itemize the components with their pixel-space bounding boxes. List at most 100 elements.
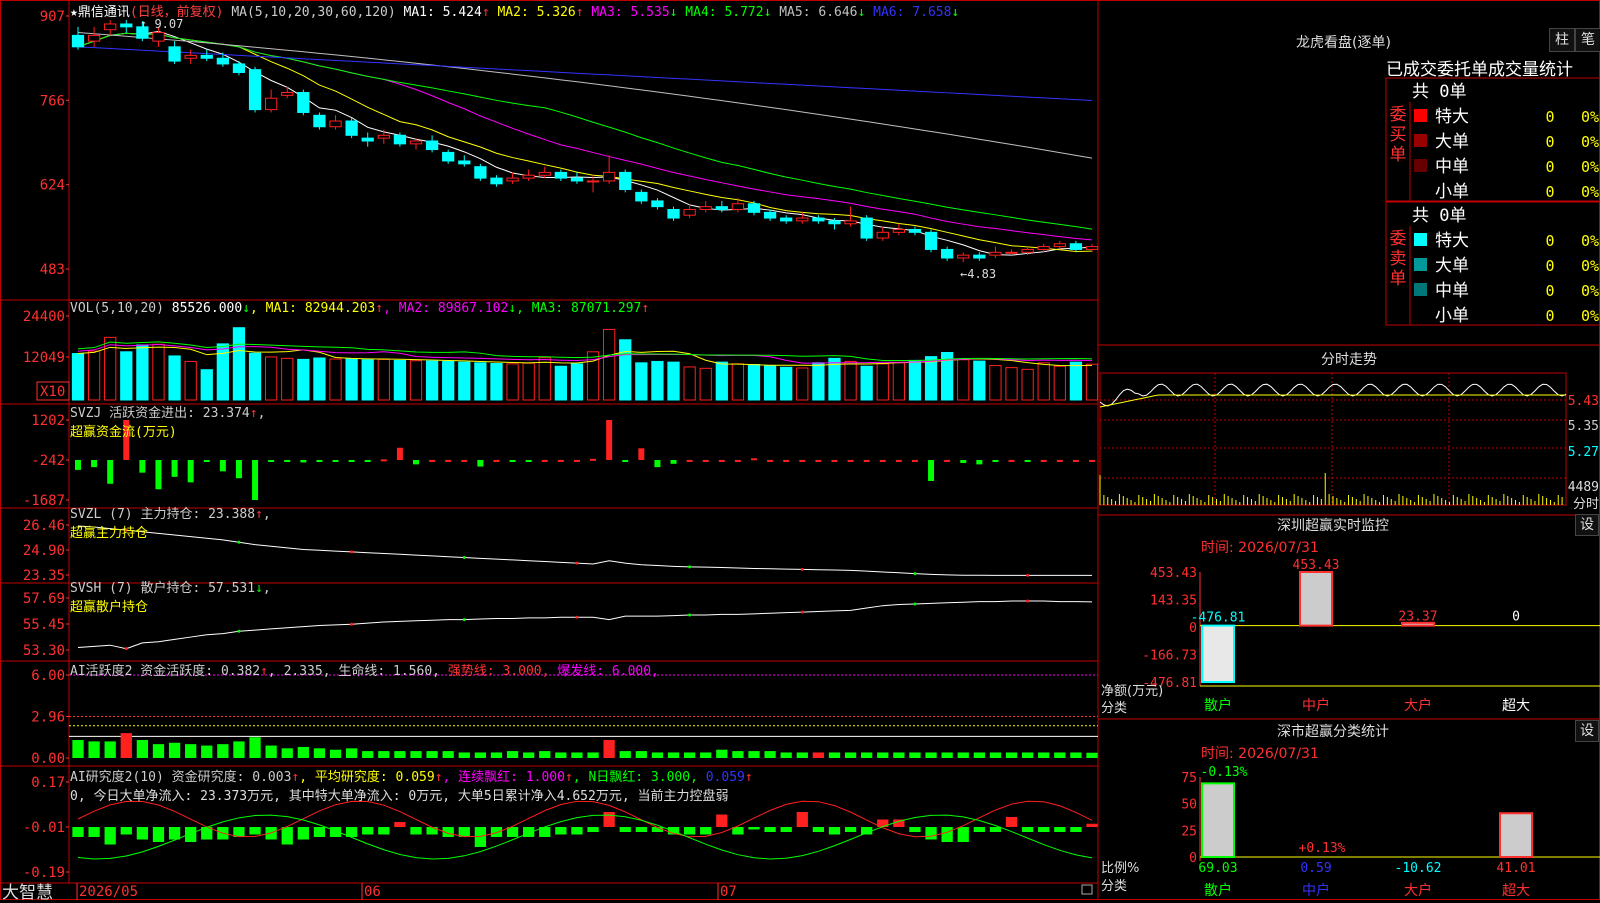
research-bar[interactable] [362, 827, 374, 835]
flow-bar[interactable] [155, 459, 162, 490]
volume-bar[interactable] [490, 363, 503, 401]
research-bar[interactable] [88, 827, 100, 837]
activity-bar[interactable] [957, 752, 969, 758]
flow-bar[interactable] [445, 459, 452, 462]
research-bar[interactable] [185, 827, 197, 842]
flow-bar[interactable] [509, 459, 516, 462]
flow-bar[interactable] [348, 459, 355, 462]
activity-bar[interactable] [651, 752, 664, 758]
volume-bar[interactable] [1053, 365, 1066, 401]
flow-bar[interactable] [171, 459, 178, 477]
candle[interactable] [957, 254, 970, 259]
tick-mode-button[interactable]: 笔 [1575, 28, 1600, 52]
candle[interactable] [425, 140, 439, 151]
flow-bar[interactable] [525, 459, 532, 462]
research-bar[interactable] [989, 827, 1002, 832]
research-bar[interactable] [748, 827, 760, 830]
flow-bar[interactable] [235, 459, 242, 479]
volume-bar[interactable] [71, 353, 85, 401]
research-bar[interactable] [957, 827, 969, 842]
research-bar[interactable] [152, 827, 165, 842]
candle[interactable] [361, 137, 374, 142]
monitor-bar[interactable] [1201, 624, 1235, 684]
activity-bar[interactable] [1070, 752, 1082, 758]
activity-bar[interactable] [362, 751, 374, 758]
activity-bar[interactable] [458, 752, 470, 758]
candle[interactable] [554, 171, 567, 179]
activity-bar[interactable] [700, 752, 712, 758]
candle[interactable] [345, 120, 358, 136]
flow-bar[interactable] [477, 459, 484, 467]
candle[interactable] [281, 91, 294, 96]
candle[interactable] [876, 231, 889, 239]
candle[interactable] [458, 160, 471, 165]
activity-bar[interactable] [410, 751, 422, 758]
activity-bar[interactable] [539, 751, 551, 758]
bar-mode-button[interactable]: 柱 [1549, 28, 1575, 52]
volume-bar[interactable] [763, 365, 777, 401]
candle[interactable] [635, 191, 648, 202]
activity-bar[interactable] [168, 742, 181, 758]
activity-bar[interactable] [732, 751, 744, 758]
volume-bar[interactable] [409, 360, 423, 401]
flow-bar[interactable] [895, 459, 902, 462]
candle[interactable] [71, 34, 85, 48]
flow-bar[interactable] [396, 447, 403, 460]
research-bar[interactable] [603, 812, 615, 827]
flow-bar[interactable] [606, 420, 613, 460]
candle[interactable] [265, 97, 278, 111]
main-chart-canvas[interactable]: 907 766 624 483 24400 12049 X10 1202 -242 -1687 26… [0, 0, 1600, 900]
activity-bar[interactable] [426, 751, 438, 758]
flow-bar[interactable] [557, 459, 564, 462]
candle[interactable] [87, 34, 101, 42]
candle[interactable] [329, 120, 342, 128]
research-bar[interactable] [410, 827, 422, 835]
candle[interactable] [715, 206, 728, 210]
research-bar[interactable] [812, 827, 825, 832]
research-bar[interactable] [1086, 823, 1098, 827]
volume-bar[interactable] [924, 356, 938, 401]
flow-bar[interactable] [219, 459, 226, 472]
research-bar[interactable] [490, 827, 503, 837]
volume-bar[interactable] [1021, 368, 1034, 401]
candle[interactable] [474, 166, 487, 179]
candle[interactable] [731, 203, 745, 210]
candle[interactable] [989, 251, 1002, 256]
activity-bar[interactable] [893, 752, 905, 758]
flow-bar[interactable] [413, 459, 419, 465]
candle[interactable] [844, 220, 857, 225]
activity-bar[interactable] [667, 752, 680, 758]
volume-bar[interactable] [715, 361, 728, 401]
flow-bar[interactable] [976, 459, 983, 465]
activity-bar[interactable] [973, 752, 985, 758]
research-bar[interactable] [941, 827, 953, 842]
flow-bar[interactable] [493, 459, 500, 462]
monitor-bar[interactable] [1299, 571, 1333, 627]
activity-bar[interactable] [217, 744, 229, 758]
research-bar[interactable] [844, 827, 857, 832]
candle[interactable] [1053, 243, 1066, 248]
flow-bar[interactable] [686, 459, 693, 462]
volume-bar[interactable] [973, 360, 986, 401]
flow-bar[interactable] [767, 459, 774, 462]
activity-bar[interactable] [265, 745, 277, 758]
research-bar[interactable] [635, 827, 647, 832]
volume-bar[interactable] [313, 357, 326, 401]
candle[interactable] [667, 208, 680, 219]
stats-settings-button[interactable]: 设 [1575, 720, 1599, 742]
activity-bar[interactable] [989, 752, 1002, 758]
activity-bar[interactable] [571, 752, 583, 758]
activity-bar[interactable] [925, 752, 937, 758]
candle[interactable] [377, 134, 390, 139]
volume-bar[interactable] [522, 362, 535, 401]
volume-bar[interactable] [329, 358, 342, 401]
candle[interactable] [297, 91, 310, 113]
flow-bar[interactable] [1040, 459, 1047, 462]
activity-bar[interactable] [1005, 752, 1018, 758]
volume-bar[interactable] [120, 351, 133, 401]
volume-bar[interactable] [184, 360, 197, 401]
activity-bar[interactable] [619, 751, 631, 758]
activity-bar[interactable] [185, 744, 197, 758]
flow-bar[interactable] [815, 459, 822, 462]
flow-bar[interactable] [992, 459, 999, 462]
